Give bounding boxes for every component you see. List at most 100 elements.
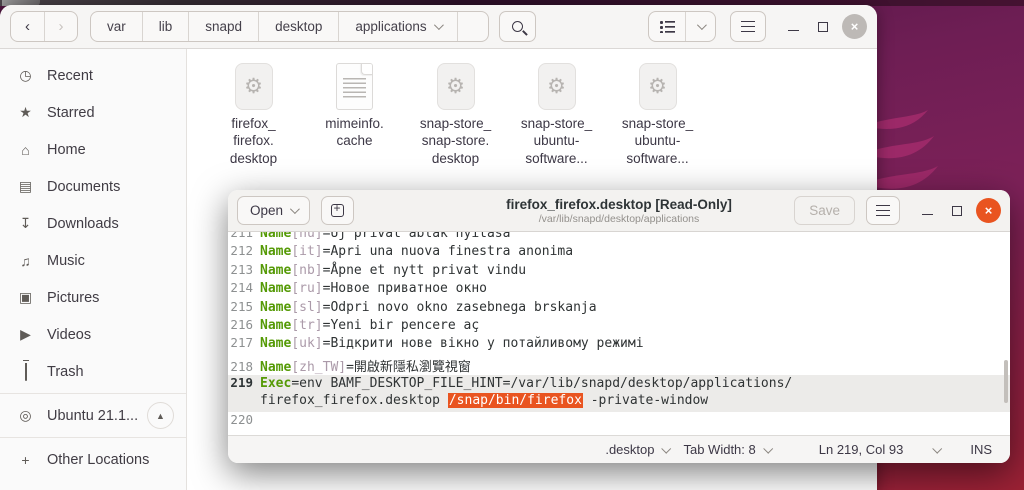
editor-menu-button[interactable] xyxy=(866,196,900,225)
line-number: 213 xyxy=(228,262,260,277)
close-button[interactable]: × xyxy=(842,14,867,39)
sidebar-item-music[interactable]: ♫Music xyxy=(0,242,186,279)
insert-mode-label: INS xyxy=(970,442,992,457)
file-item-mimeinfo-cache[interactable]: mimeinfo.cache xyxy=(304,63,405,150)
minimize-button[interactable] xyxy=(778,12,808,42)
sidebar-item-documents[interactable]: ▤ Documents xyxy=(0,168,186,205)
editor-line-211[interactable]: 211Name[hu]=Új privát ablak nyitása xyxy=(228,232,1010,243)
file-name-label: snap-store_ubuntu-software... xyxy=(521,115,592,167)
line-content: Name[nb]=Åpne et nytt privat vindu xyxy=(260,263,526,278)
gear-file-icon: ⚙ xyxy=(538,63,576,110)
sidebar-item-label: Documents xyxy=(47,179,120,195)
maximize-button[interactable] xyxy=(808,12,838,42)
breadcrumb-trailing-space[interactable] xyxy=(458,12,488,41)
sidebar-item-recent[interactable]: ◷Recent xyxy=(0,57,186,94)
editor-line-219-wrap[interactable]: firefox_firefox.desktop /snap/bin/firefo… xyxy=(228,393,1010,411)
breadcrumb-segment-lib[interactable]: lib xyxy=(143,12,190,41)
syntax-value: =開啟新隱私瀏覽視窗 xyxy=(346,360,471,375)
cursor-position-label: Ln 219, Col 93 xyxy=(819,442,904,457)
sidebar-item-label: Ubuntu 21.1... xyxy=(47,408,138,424)
editor-line-212[interactable]: 212Name[it]=Apri una nuova finestra anon… xyxy=(228,243,1010,261)
eject-button[interactable]: ▲ xyxy=(147,402,174,429)
minimize-button[interactable] xyxy=(912,196,942,226)
search-icon xyxy=(512,21,523,32)
sidebar-item-home[interactable]: ⌂Home xyxy=(0,131,186,168)
syntax-key: Exec xyxy=(260,376,291,391)
file-item-firefox-firefox-desktop[interactable]: ⚙firefox_firefox.desktop xyxy=(203,63,304,167)
sidebar-item-other-locations[interactable]: +Other Locations xyxy=(0,441,186,478)
sidebar-item-label: Other Locations xyxy=(47,452,149,468)
editor-line-220[interactable]: 220 xyxy=(228,412,1010,430)
sidebar-item-label: Home xyxy=(47,142,86,158)
editor-line-219[interactable]: 219Exec=env BAMF_DESKTOP_FILE_HINT=/var/… xyxy=(228,375,1010,393)
syntax-value: -private-window xyxy=(583,393,708,408)
syntax-locale-tag: [uk] xyxy=(291,336,322,351)
editor-line-216[interactable]: 216Name[tr]=Yeni bir pencere aç xyxy=(228,317,1010,335)
search-button[interactable] xyxy=(499,11,536,42)
chevron-down-icon xyxy=(933,444,943,454)
files-menu-button[interactable] xyxy=(730,11,766,42)
editor-headerbar: Open firefox_firefox.desktop [Read-Only]… xyxy=(228,190,1010,232)
filetype-dropdown[interactable]: .desktop xyxy=(605,442,669,457)
syntax-key: Name xyxy=(260,281,291,296)
editor-line-213[interactable]: 213Name[nb]=Åpne et nytt privat vindu xyxy=(228,262,1010,280)
editor-text-area[interactable]: 211Name[hu]=Új privát ablak nyitása212Na… xyxy=(228,232,1010,435)
editor-line-215[interactable]: 215Name[sl]=Odpri novo okno zasebnega br… xyxy=(228,299,1010,317)
hamburger-menu-icon xyxy=(741,21,755,32)
sidebar-item-downloads[interactable]: ↧ Downloads xyxy=(0,205,186,242)
sidebar-item-starred[interactable]: ★Starred xyxy=(0,94,186,131)
line-content: Name[zh_TW]=開啟新隱私瀏覽視窗 xyxy=(260,356,471,375)
sidebar-item-label: Downloads xyxy=(47,216,119,232)
editor-line-214[interactable]: 214Name[ru]=Новое приватное окно xyxy=(228,280,1010,298)
close-button[interactable]: × xyxy=(976,198,1001,223)
line-content: Exec=env BAMF_DESKTOP_FILE_HINT=/var/lib… xyxy=(260,376,792,391)
line-content: Name[hu]=Új privát ablak nyitása xyxy=(260,232,510,241)
save-button[interactable]: Save xyxy=(794,196,855,225)
sidebar-item-ubuntu-volume[interactable]: ◎Ubuntu 21.1...▲ xyxy=(0,397,186,434)
sidebar-separator xyxy=(0,437,186,438)
file-item-snap-store-ubuntu-software-[interactable]: ⚙snap-store_ubuntu-software... xyxy=(607,63,708,167)
line-content: Name[tr]=Yeni bir pencere aç xyxy=(260,318,479,333)
breadcrumb-segment-snapd[interactable]: snapd xyxy=(189,12,259,41)
files-headerbar: ‹ › varlib snapd desktopapplications × xyxy=(0,5,877,49)
editor-line-217[interactable]: 217Name[uk]=Відкрити нове вікно у потайл… xyxy=(228,335,1010,353)
file-item-snap-store-snap-store-desktop[interactable]: ⚙snap-store_snap-store.desktop xyxy=(405,63,506,167)
sidebar-item-label: Videos xyxy=(47,327,91,343)
file-name-label: mimeinfo.cache xyxy=(325,115,384,150)
syntax-key: Name xyxy=(260,244,291,259)
syntax-value: =Новое приватное окно xyxy=(323,281,487,296)
maximize-button[interactable] xyxy=(942,196,972,226)
breadcrumb-segment-var[interactable]: var xyxy=(91,12,143,41)
syntax-locale-tag: [nb] xyxy=(291,263,322,278)
view-options-dropdown[interactable] xyxy=(685,12,715,41)
file-item-snap-store-ubuntu-software-[interactable]: ⚙ snap-store_ubuntu-software... xyxy=(506,63,607,167)
sidebar-item-trash[interactable]: Trash xyxy=(0,353,186,390)
line-content: Name[sl]=Odpri novo okno zasebnega brska… xyxy=(260,300,597,315)
goto-line-dropdown[interactable] xyxy=(933,446,940,453)
list-view-button[interactable] xyxy=(649,12,685,41)
cursor-position[interactable]: Ln 219, Col 93 xyxy=(819,442,904,457)
sidebar-item-pictures[interactable]: ▣Pictures xyxy=(0,279,186,316)
editor-window: Open firefox_firefox.desktop [Read-Only]… xyxy=(228,190,1010,463)
editor-line-218[interactable]: 218Name[zh_TW]=開啟新隱私瀏覽視窗 xyxy=(228,354,1010,375)
forward-button[interactable]: › xyxy=(44,12,77,41)
tab-width-dropdown[interactable]: Tab Width: 8 xyxy=(683,442,770,457)
editor-scrollbar[interactable] xyxy=(1004,360,1008,403)
open-button[interactable]: Open xyxy=(237,196,310,225)
syntax-key: Name xyxy=(260,336,291,351)
back-button[interactable]: ‹ xyxy=(11,12,44,41)
close-icon: × xyxy=(985,203,993,218)
close-icon: × xyxy=(851,19,859,34)
gear-file-icon: ⚙ xyxy=(639,63,677,110)
new-tab-button[interactable] xyxy=(321,196,354,225)
download-icon: ↧ xyxy=(17,215,34,232)
new-tab-icon xyxy=(331,204,344,217)
sidebar-item-label: Starred xyxy=(47,105,95,121)
breadcrumb-label: snapd xyxy=(205,19,242,34)
list-view-icon xyxy=(660,21,675,33)
syntax-value: firefox_firefox.desktop xyxy=(260,393,448,408)
breadcrumb-segment-desktop[interactable]: desktop xyxy=(259,12,339,41)
breadcrumb-segment-applications[interactable]: applications xyxy=(339,12,457,41)
document-icon: ▤ xyxy=(17,178,34,195)
sidebar-item-videos[interactable]: ▶Videos xyxy=(0,316,186,353)
